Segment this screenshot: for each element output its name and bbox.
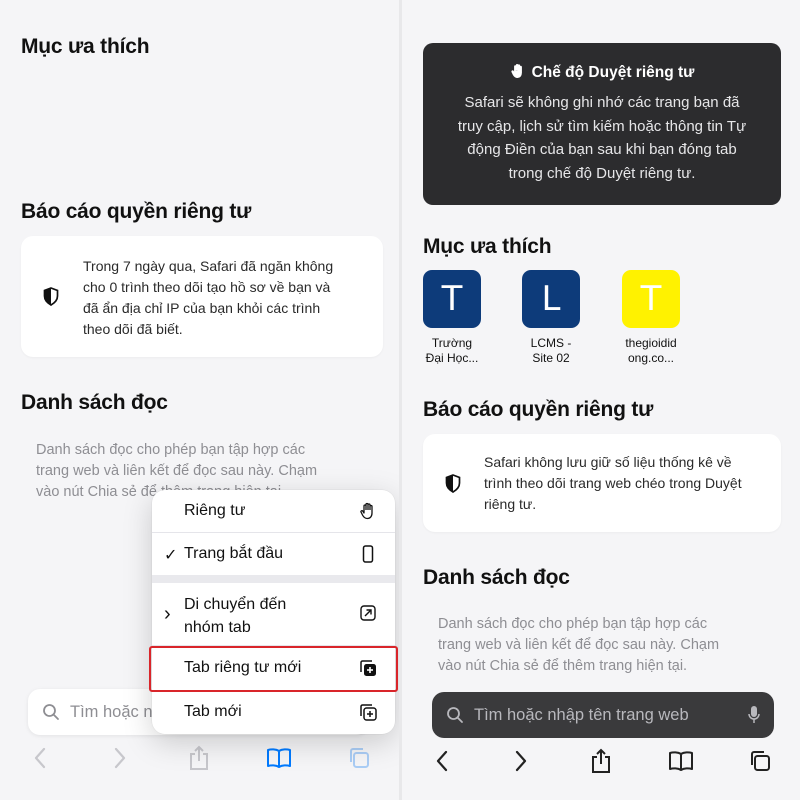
reading-line: vào nút Chia sẻ để thêm trang hiện tại. [438,658,688,674]
favorite-label-line: thegioidid [625,336,677,350]
menu-item-label: Riêng tư [184,502,246,519]
favorite-label: thegioidid ong.co... [606,336,696,366]
search-icon [447,707,463,723]
forward-button[interactable] [105,743,135,773]
favorite-label-line: Site 02 [532,351,570,365]
privacy-line: đã ẩn địa chỉ IP của bạn khỏi các trình [83,300,321,316]
left-screenshot: Mục ưa thích Báo cáo quyền riêng tư Tron… [0,0,399,800]
reading-line: trang web và liên kết để đọc sau này. Ch… [36,463,318,479]
share-button[interactable] [184,743,214,773]
menu-item-new-private-tab[interactable]: Tab riêng tư mới [152,646,395,690]
privacy-report-text: Safari không lưu giữ số liệu thống kê về… [484,452,774,515]
chevron-right-icon [516,750,527,772]
back-button[interactable] [25,743,55,773]
favorite-label-line: Trường [431,336,473,350]
bookmarks-button[interactable] [264,743,294,773]
chevron-right-icon: › [164,603,171,625]
back-button[interactable] [427,746,457,776]
tabs-button[interactable] [745,746,775,776]
hand-icon [360,502,373,520]
tab-context-menu: Riêng tư ✓ Trang bắt đầu › Di chuyển đến… [152,490,395,734]
tabs-button[interactable] [344,743,374,773]
menu-item-label: Tab riêng tư mới [184,659,302,676]
tabs-icon [751,751,771,771]
privacy-report-text: Trong 7 ngày qua, Safari đã ngăn không c… [83,256,375,340]
chevron-right-icon [114,747,125,769]
favorite-tile: L [522,270,580,328]
favorite-tile: T [423,270,481,328]
favorite-label: Trường Đại Học... [407,336,497,366]
privacy-report-heading: Báo cáo quyền riêng tư [423,398,654,421]
share-button[interactable] [586,746,616,776]
reading-list-text: Danh sách đọc cho phép bạn tập hợp các t… [438,614,768,677]
banner-body: Safari sẽ không ghi nhớ các trang bạn đã… [441,91,763,185]
privacy-line: cho 0 trình theo dõi tạo hồ sơ về bạn và [83,279,331,295]
banner-line: động Điền của bạn sau khi bạn đóng tab [467,141,737,158]
privacy-line: trình theo dõi trang web chéo trong Duyệ… [484,475,742,491]
bookmarks-button[interactable] [666,746,696,776]
book-icon [267,748,292,768]
menu-item-label: Tab mới [184,703,242,720]
banner-line: trong chế độ Duyệt riêng tư. [508,164,696,182]
search-placeholder: Tìm hoặc nhập tên trang web [474,705,689,724]
menu-item-label: Trang bắt đầu [184,545,284,562]
favorite-label: LCMS - Site 02 [506,336,596,366]
hand-icon [511,63,522,79]
reading-line: trang web và liên kết để đọc sau này. Ch… [438,637,720,653]
favorite-item[interactable]: T Trường Đại Học... [407,270,497,366]
book-icon [668,751,693,771]
reading-list-heading: Danh sách đọc [423,566,570,589]
favorite-tile: T [622,270,680,328]
shield-icon [445,474,461,493]
reading-list-heading: Danh sách đọc [21,391,168,414]
share-icon [190,745,209,770]
microphone-icon[interactable] [748,705,760,725]
privacy-line: Safari không lưu giữ số liệu thống kê về [484,454,732,470]
search-icon [43,704,59,720]
favorite-label-line: LCMS - [530,336,572,350]
favorite-item[interactable]: L LCMS - Site 02 [506,270,596,366]
banner-line: truy cập, lịch sử tìm kiếm hoặc thông ti… [457,117,747,135]
menu-item-new-tab[interactable]: Tab mới [152,691,395,734]
banner-title-text: Chế độ Duyệt riêng tư [531,64,695,81]
privacy-report-heading: Báo cáo quyền riêng tư [21,200,252,223]
chevron-left-icon [436,750,447,772]
banner-line: Safari sẽ không ghi nhớ các trang bạn đã [464,94,740,111]
menu-item-start-page[interactable]: ✓ Trang bắt đầu [152,533,395,575]
favorite-label-line: ong.co... [627,351,675,365]
forward-button[interactable] [506,746,536,776]
checkmark-icon: ✓ [164,547,178,564]
reading-line: Danh sách đọc cho phép bạn tập hợp các [438,616,708,632]
move-arrow-icon [360,605,376,621]
menu-group-gap [152,575,395,583]
bottom-toolbar [0,733,399,783]
privacy-line: Trong 7 ngày qua, Safari đã ngăn không [83,258,334,274]
new-tab-icon [360,704,377,721]
menu-label-line: nhóm tab [184,619,251,636]
share-icon [591,748,610,773]
privacy-line: riêng tư. [484,496,537,512]
menu-item-private[interactable]: Riêng tư [152,490,395,532]
menu-label-line: Di chuyển đến [184,596,287,613]
tabs-icon [350,748,370,768]
shield-icon [43,287,59,306]
chevron-left-icon [34,747,45,769]
menu-item-move-to-tab-group[interactable]: › Di chuyển đến nhóm tab [152,583,395,645]
favorites-heading: Mục ưa thích [21,35,150,58]
favorite-item[interactable]: T thegioidid ong.co... [606,270,696,366]
banner-title: Chế độ Duyệt riêng tư [423,63,781,82]
privacy-report-card[interactable]: Trong 7 ngày qua, Safari đã ngăn không c… [21,236,383,357]
search-input[interactable]: Tìm hoặc nhập tên trang web [432,692,774,738]
phone-icon [362,545,374,563]
reading-line: Danh sách đọc cho phép bạn tập hợp các [36,442,306,458]
new-private-tab-icon [360,660,376,676]
favorites-heading: Mục ưa thích [423,235,552,258]
privacy-report-card[interactable]: Safari không lưu giữ số liệu thống kê về… [423,434,781,532]
bottom-toolbar [402,736,800,786]
menu-item-label: Di chuyển đến nhóm tab [184,593,286,639]
privacy-line: theo dõi đã biết. [83,321,183,337]
private-browsing-banner: Chế độ Duyệt riêng tư Safari sẽ không gh… [423,43,781,205]
favorite-label-line: Đại Học... [425,351,479,365]
right-screenshot: Chế độ Duyệt riêng tư Safari sẽ không gh… [402,0,800,800]
